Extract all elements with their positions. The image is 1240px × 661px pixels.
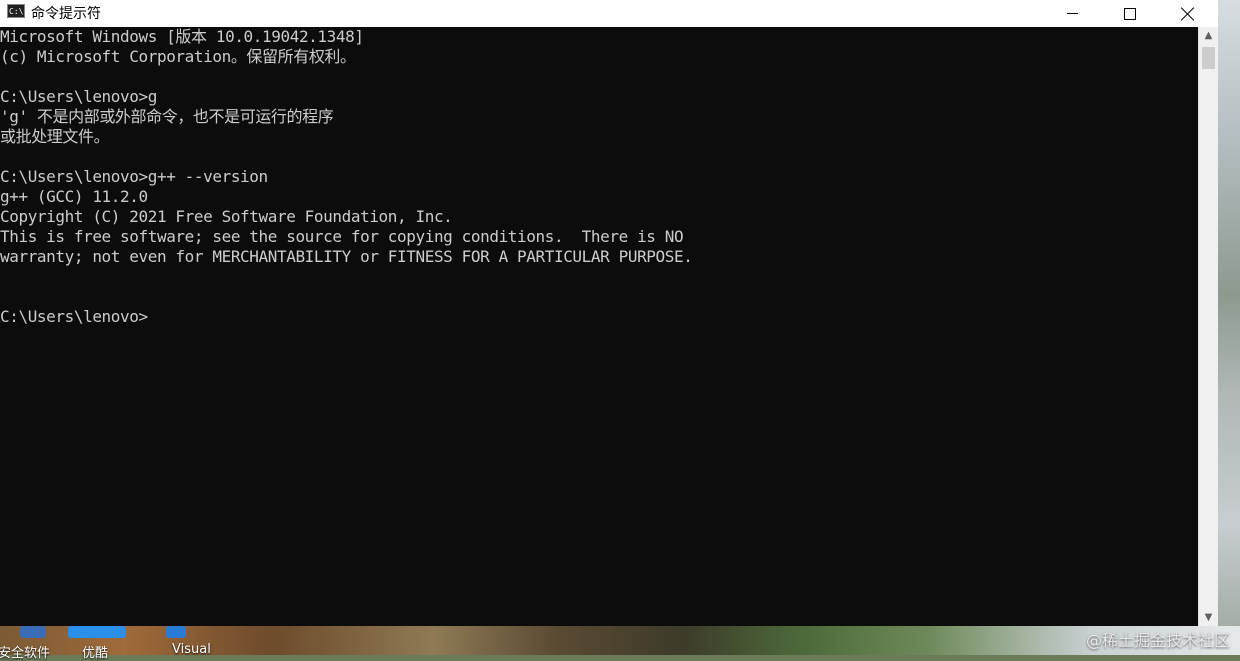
console-line: 或批处理文件。 <box>0 127 110 146</box>
desktop-icon-label: 优酷 <box>82 646 109 661</box>
shield-app-icon <box>20 626 46 638</box>
watermark: @稀土掘金技术社区 <box>1085 631 1230 650</box>
console-line: C:\Users\lenovo>g++ --version <box>0 167 268 186</box>
scroll-down-arrow-icon[interactable]: ▼ <box>1199 609 1218 626</box>
console-line: g++ (GCC) 11.2.0 <box>0 187 148 206</box>
desktop-wallpaper-right <box>1218 0 1240 655</box>
cmd-app-icon: C:\ <box>7 4 25 18</box>
console-line: (c) Microsoft Corporation。保留所有权利。 <box>0 47 356 66</box>
maximize-icon <box>1124 7 1136 20</box>
console-line: This is free software; see the source fo… <box>0 227 684 246</box>
close-icon <box>1181 7 1195 21</box>
scrollbar-thumb[interactable] <box>1202 47 1215 69</box>
desktop-icon-label: 安全软件 <box>0 646 51 661</box>
minimize-button[interactable] <box>1043 0 1101 27</box>
desktop-icon-visual[interactable]: Visual <box>160 626 230 657</box>
console-line: Copyright (C) 2021 Free Software Foundat… <box>0 207 453 226</box>
title-bar[interactable]: C:\ 命令提示符 <box>0 0 1218 28</box>
console-line: warranty; not even for MERCHANTABILITY o… <box>0 247 693 266</box>
command-prompt-window[interactable]: C:\ 命令提示符 Microsoft Windows [版本 10.0.190… <box>0 0 1218 626</box>
maximize-button[interactable] <box>1101 0 1159 27</box>
minimize-icon <box>1066 13 1078 14</box>
desktop-icon-youku[interactable]: 优酷 <box>68 626 132 661</box>
visual-studio-icon <box>166 626 186 638</box>
console-prompt-line[interactable]: C:\Users\lenovo> <box>0 307 148 327</box>
scroll-up-arrow-icon[interactable]: ▲ <box>1199 27 1218 44</box>
close-button[interactable] <box>1159 0 1217 27</box>
youku-app-icon <box>68 626 126 638</box>
vertical-scrollbar[interactable]: ▲ ▼ <box>1198 27 1218 626</box>
console-line: 'g' 不是内部或外部命令，也不是可运行的程序 <box>0 107 334 126</box>
window-title: 命令提示符 <box>31 6 101 22</box>
console-line: Microsoft Windows [版本 10.0.19042.1348] <box>0 27 364 46</box>
console-output[interactable]: Microsoft Windows [版本 10.0.19042.1348] (… <box>0 27 1198 626</box>
desktop-icon-security[interactable]: 安全软件 <box>0 626 60 661</box>
console-line: C:\Users\lenovo>g <box>0 87 157 106</box>
